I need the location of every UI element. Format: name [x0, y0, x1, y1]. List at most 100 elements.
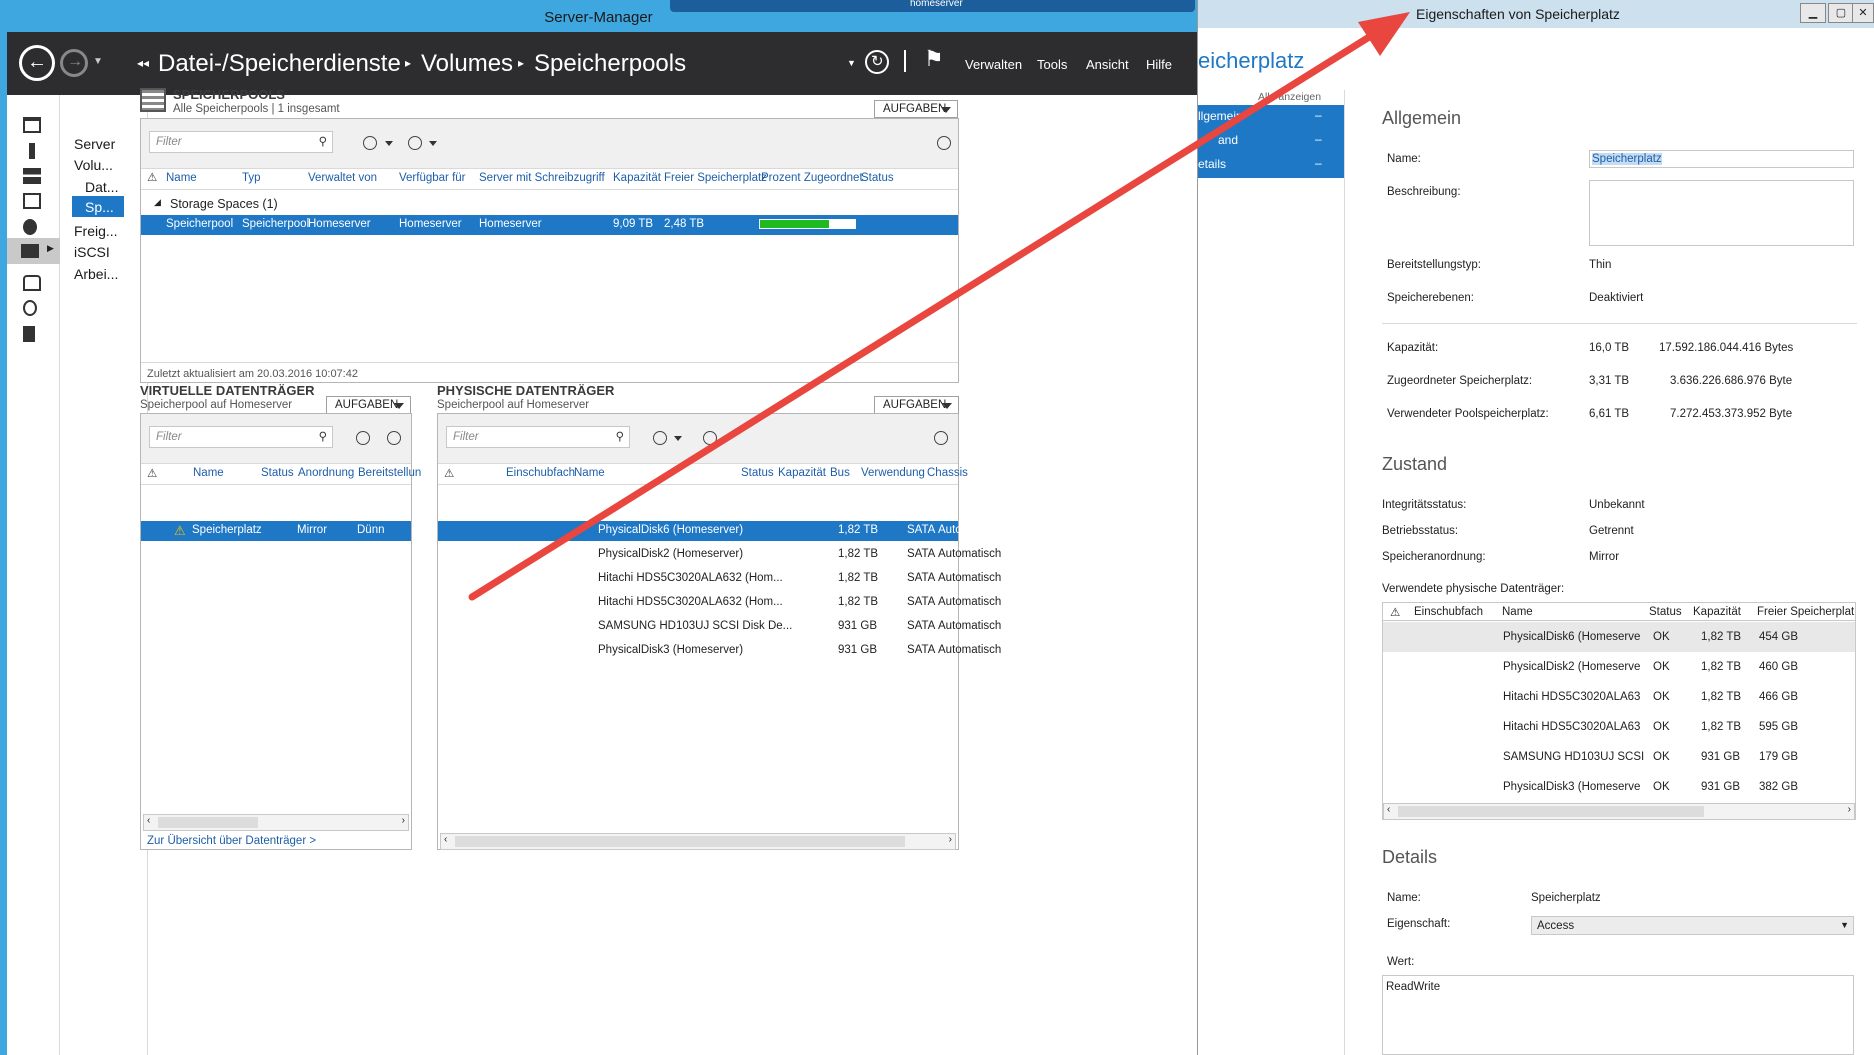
- menu-hilfe[interactable]: Hilfe: [1146, 57, 1172, 72]
- notifications-flag-icon[interactable]: ⚑: [924, 46, 944, 72]
- minimize-button[interactable]: ▁: [1800, 3, 1826, 23]
- menu-verwalten[interactable]: Verwalten: [965, 57, 1022, 72]
- save-query-arrow-icon[interactable]: [724, 436, 732, 441]
- save-query-arrow-icon[interactable]: [429, 141, 437, 146]
- users-icon[interactable]: [23, 219, 37, 235]
- table-row[interactable]: Hitachi HDS5C3020ALA63 OK 1,82 TB 595 GB: [1383, 712, 1855, 742]
- physical-filter-input[interactable]: Filter ⚲: [446, 426, 630, 448]
- table-row[interactable]: PhysicalDisk3 (Homeserve OK 931 GB 382 GB: [1383, 772, 1855, 802]
- scroll-left-icon[interactable]: ‹: [147, 815, 150, 826]
- collapse-arrow-icon[interactable]: ◢: [154, 197, 161, 208]
- table-row[interactable]: PhysicalDisk2 (Homeserve OK 1,82 TB 460 GB: [1383, 652, 1855, 682]
- col-status[interactable]: Status: [1649, 606, 1682, 618]
- property-select[interactable]: Access ▼: [1531, 916, 1854, 935]
- pools-filter-input[interactable]: Filter ⚲: [149, 131, 333, 153]
- table-row[interactable]: Hitachi HDS5C3020ALA63 OK 1,82 TB 466 GB: [1383, 682, 1855, 712]
- close-button[interactable]: ✕: [1852, 3, 1874, 23]
- table-row[interactable]: Hitachi HDS5C3020ALA632 (Hom... 1,82 TB SA…: [438, 569, 1001, 589]
- scroll-thumb[interactable]: [158, 817, 258, 828]
- show-all-link[interactable]: Alle anzeigen: [1258, 91, 1321, 103]
- virtual-tasks-button[interactable]: AUFGABEN: [326, 396, 411, 414]
- overview-link[interactable]: Zur Übersicht über Datenträger >: [147, 835, 316, 847]
- list-options-icon[interactable]: [363, 136, 377, 150]
- table-row[interactable]: ⚠ Speicherplatz Mirror Dünn: [141, 521, 411, 541]
- col-kapazitaet[interactable]: Kapazität: [778, 467, 826, 479]
- pools-tasks-button[interactable]: AUFGABEN: [874, 100, 958, 118]
- col-status[interactable]: Status: [741, 467, 774, 479]
- col-anordnung[interactable]: Anordnung: [298, 467, 354, 479]
- save-query-icon[interactable]: [703, 431, 717, 445]
- col-name[interactable]: Name: [166, 172, 197, 184]
- nav-arbeitsordner[interactable]: Arbei...: [74, 266, 118, 282]
- col-frei[interactable]: Freier Speicherplatz: [664, 172, 767, 184]
- col-name[interactable]: Name: [574, 467, 605, 479]
- nav-datentraeger[interactable]: Dat...: [85, 179, 118, 195]
- col-verwendung[interactable]: Verwendung: [861, 467, 925, 479]
- scroll-right-icon[interactable]: ›: [402, 815, 405, 826]
- col-kapazitaet[interactable]: Kapazität: [613, 172, 661, 184]
- col-typ[interactable]: Typ: [242, 172, 261, 184]
- table-row[interactable]: PhysicalDisk6 (Homeserve OK 1,82 TB 454 GB: [1383, 622, 1855, 652]
- nav-details[interactable]: etails: [1198, 157, 1226, 171]
- horizontal-scrollbar[interactable]: ‹ ›: [143, 814, 409, 831]
- breadcrumb-item[interactable]: Speicherpools: [534, 50, 686, 78]
- maximize-button[interactable]: ▢: [1828, 3, 1854, 23]
- description-input[interactable]: [1589, 180, 1854, 246]
- save-query-icon[interactable]: [408, 136, 422, 150]
- nav-allgemein[interactable]: llgemein: [1198, 109, 1243, 123]
- history-dropdown-icon[interactable]: ▼: [93, 56, 103, 67]
- nav-zustand[interactable]: and: [1218, 133, 1238, 147]
- dashboard-icon[interactable]: [23, 117, 41, 133]
- ad-ds-icon[interactable]: [23, 193, 41, 209]
- col-einschubfach[interactable]: Einschubfach: [506, 467, 575, 479]
- scroll-left-icon[interactable]: ‹: [1387, 804, 1390, 815]
- col-name[interactable]: Name: [193, 467, 224, 479]
- scroll-thumb[interactable]: [1398, 806, 1704, 817]
- scroll-right-icon[interactable]: ›: [1848, 804, 1851, 815]
- forward-button[interactable]: →: [60, 49, 88, 77]
- expand-icon[interactable]: [937, 136, 951, 150]
- col-kapazitaet[interactable]: Kapazität: [1693, 606, 1741, 618]
- nav-server[interactable]: Server: [74, 136, 115, 152]
- scroll-thumb[interactable]: [455, 836, 905, 847]
- col-status[interactable]: Status: [861, 172, 894, 184]
- list-options-icon[interactable]: [356, 431, 370, 445]
- refresh-button[interactable]: ↻: [865, 50, 889, 74]
- other-role-icon[interactable]: [23, 326, 35, 342]
- list-options-icon[interactable]: [653, 431, 667, 445]
- scroll-left-icon[interactable]: ‹: [444, 834, 447, 845]
- col-bereitstellung[interactable]: Bereitstellun: [358, 467, 421, 479]
- col-verwaltet[interactable]: Verwaltet von: [308, 172, 377, 184]
- group-header[interactable]: Storage Spaces (1): [170, 197, 278, 211]
- col-einschubfach[interactable]: Einschubfach: [1414, 606, 1483, 618]
- all-servers-icon[interactable]: [23, 168, 41, 184]
- scroll-right-icon[interactable]: ›: [949, 834, 952, 845]
- nav-freigaben[interactable]: Freig...: [74, 223, 118, 239]
- col-bus[interactable]: Bus: [830, 467, 850, 479]
- file-services-nav-selected[interactable]: ▶: [7, 238, 60, 264]
- col-chassis[interactable]: Chassis: [927, 467, 968, 479]
- name-input[interactable]: Speicherplatz: [1589, 150, 1854, 168]
- table-row[interactable]: Speicherpool Speicherpool Homeserver Hom…: [141, 215, 958, 235]
- breadcrumb-item[interactable]: Volumes: [421, 50, 513, 78]
- expand-icon[interactable]: [934, 431, 948, 445]
- back-button[interactable]: ←: [19, 45, 55, 81]
- col-server[interactable]: Server mit Schreibzugriff: [479, 172, 605, 184]
- nav-iscsi[interactable]: iSCSI: [74, 244, 110, 260]
- dropdown-icon[interactable]: ▼: [847, 58, 856, 68]
- wsus-icon[interactable]: [23, 300, 37, 316]
- nav-speicherpools[interactable]: Sp...: [72, 196, 124, 217]
- list-options-arrow-icon[interactable]: [385, 141, 393, 146]
- table-row[interactable]: PhysicalDisk6 (Homeserver) 1,82 TB SATA Aut…: [438, 521, 1001, 541]
- col-verfuegbar[interactable]: Verfügbar für: [399, 172, 465, 184]
- physical-tasks-button[interactable]: AUFGABEN: [874, 396, 959, 414]
- menu-tools[interactable]: Tools: [1037, 57, 1067, 72]
- table-row[interactable]: Hitachi HDS5C3020ALA632 (Hom... 1,82 TB SA…: [438, 593, 1001, 613]
- horizontal-scrollbar[interactable]: ‹ ›: [440, 833, 956, 850]
- value-box[interactable]: ReadWrite: [1382, 975, 1854, 1055]
- remote-access-icon[interactable]: [23, 275, 41, 291]
- collapse-icon[interactable]: –: [1315, 132, 1322, 146]
- table-row[interactable]: SAMSUNG HD103UJ SCSI Disk De... 931 GB SAT…: [438, 617, 1001, 637]
- virtual-filter-input[interactable]: Filter ⚲: [149, 426, 333, 448]
- breadcrumb-item[interactable]: Datei-/Speicherdienste: [158, 50, 401, 78]
